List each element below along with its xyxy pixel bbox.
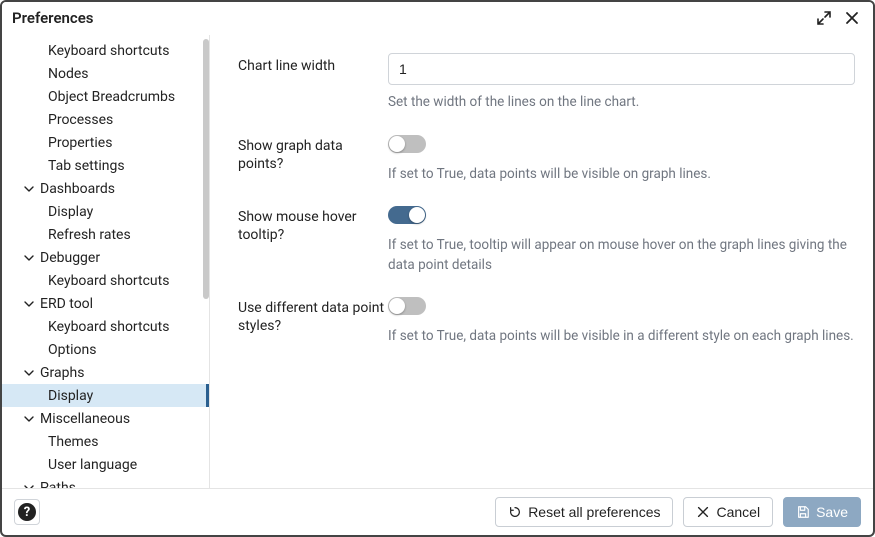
- sidebar-item-label: Keyboard shortcuts: [48, 319, 169, 335]
- label-show-tooltip: Show mouse hover tooltip?: [238, 204, 388, 244]
- cancel-button[interactable]: Cancel: [683, 497, 773, 527]
- sidebar-item-label: Object Breadcrumbs: [48, 89, 175, 105]
- sidebar-item-label: Miscellaneous: [40, 411, 130, 427]
- sidebar-item-label: Display: [48, 204, 93, 220]
- chevron-down-icon: [22, 412, 36, 426]
- sidebar-item[interactable]: ERD tool: [2, 292, 209, 315]
- sidebar-item[interactable]: Properties: [2, 131, 209, 154]
- sidebar-item[interactable]: Keyboard shortcuts: [2, 315, 209, 338]
- sidebar-item-label: User language: [48, 457, 137, 473]
- chevron-down-icon: [22, 297, 36, 311]
- body: Keyboard shortcuts Nodes Object Breadcrumb…: [2, 34, 873, 488]
- cancel-label: Cancel: [716, 504, 760, 520]
- chevron-down-icon: [22, 251, 36, 265]
- sidebar-tree: Keyboard shortcuts Nodes Object Breadcrumb…: [2, 35, 209, 488]
- sidebar-item[interactable]: Processes: [2, 108, 209, 131]
- help-button[interactable]: ?: [14, 499, 40, 525]
- reset-button[interactable]: Reset all preferences: [495, 497, 673, 527]
- row-show-data-points: Show graph data points? If set to True, …: [238, 133, 855, 185]
- sidebar-item[interactable]: Miscellaneous: [2, 407, 209, 430]
- sidebar-item[interactable]: Graphs: [2, 361, 209, 384]
- sidebar-item[interactable]: Dashboards: [2, 177, 209, 200]
- toggle-show-tooltip[interactable]: [388, 206, 426, 224]
- sidebar-item[interactable]: Display: [2, 384, 209, 407]
- close-icon[interactable]: [841, 7, 863, 29]
- sidebar-item-label: Themes: [48, 434, 98, 450]
- toggle-show-data-points[interactable]: [388, 135, 426, 153]
- help-show-data-points: If set to True, data points will be visi…: [388, 165, 855, 185]
- sidebar-item-label: Graphs: [40, 365, 84, 381]
- sidebar-item[interactable]: Tab settings: [2, 154, 209, 177]
- sidebar-item-label: Properties: [48, 135, 112, 151]
- row-diff-point-styles: Use different data point styles? If set …: [238, 295, 855, 347]
- sidebar-item[interactable]: Paths: [2, 476, 209, 488]
- sidebar-item-label: Nodes: [48, 66, 89, 82]
- label-diff-point-styles: Use different data point styles?: [238, 295, 388, 335]
- label-chart-line-width: Chart line width: [238, 53, 388, 75]
- save-button[interactable]: Save: [783, 497, 861, 527]
- row-show-tooltip: Show mouse hover tooltip? If set to True…: [238, 204, 855, 275]
- sidebar-item-label: Keyboard shortcuts: [48, 43, 169, 59]
- sidebar: Keyboard shortcuts Nodes Object Breadcrumb…: [2, 35, 210, 488]
- main-panel: Chart line width Set the width of the li…: [210, 35, 873, 488]
- sidebar-item[interactable]: Nodes: [2, 62, 209, 85]
- help-show-tooltip: If set to True, tooltip will appear on m…: [388, 236, 855, 275]
- sidebar-item-label: Refresh rates: [48, 227, 131, 243]
- sidebar-item[interactable]: Options: [2, 338, 209, 361]
- sidebar-item[interactable]: Refresh rates: [2, 223, 209, 246]
- sidebar-item[interactable]: Keyboard shortcuts: [2, 39, 209, 62]
- help-diff-point-styles: If set to True, data points will be visi…: [388, 327, 855, 347]
- sidebar-item-label: Dashboards: [40, 181, 115, 197]
- sidebar-item-label: Debugger: [40, 250, 100, 266]
- chevron-down-icon: [22, 481, 36, 489]
- close-icon: [696, 505, 710, 519]
- save-label: Save: [816, 504, 848, 520]
- sidebar-scrollbar[interactable]: [203, 39, 209, 299]
- sidebar-item-label: ERD tool: [40, 296, 93, 312]
- save-icon: [796, 505, 810, 519]
- sidebar-item-label: Options: [48, 342, 96, 358]
- window-title: Preferences: [12, 9, 94, 27]
- history-icon: [508, 505, 522, 519]
- reset-label: Reset all preferences: [528, 504, 660, 520]
- input-chart-line-width[interactable]: [388, 53, 855, 85]
- titlebar: Preferences: [2, 2, 873, 34]
- label-show-data-points: Show graph data points?: [238, 133, 388, 173]
- sidebar-item[interactable]: Keyboard shortcuts: [2, 269, 209, 292]
- sidebar-item-label: Keyboard shortcuts: [48, 273, 169, 289]
- help-chart-line-width: Set the width of the lines on the line c…: [388, 93, 855, 113]
- sidebar-item-label: Paths: [40, 480, 76, 489]
- preferences-window: Preferences Keyboard shortcuts Nodes Objec…: [0, 0, 875, 537]
- sidebar-item[interactable]: Display: [2, 200, 209, 223]
- sidebar-item[interactable]: Themes: [2, 430, 209, 453]
- footer: ? Reset all preferences Cancel Save: [2, 488, 873, 535]
- expand-icon[interactable]: [813, 7, 835, 29]
- sidebar-item-label: Display: [48, 388, 93, 404]
- chevron-down-icon: [22, 366, 36, 380]
- toggle-diff-point-styles[interactable]: [388, 297, 426, 315]
- row-chart-line-width: Chart line width Set the width of the li…: [238, 53, 855, 113]
- sidebar-item[interactable]: Debugger: [2, 246, 209, 269]
- chevron-down-icon: [22, 182, 36, 196]
- sidebar-item-label: Processes: [48, 112, 113, 128]
- sidebar-item[interactable]: Object Breadcrumbs: [2, 85, 209, 108]
- sidebar-item-label: Tab settings: [48, 158, 125, 174]
- sidebar-item[interactable]: User language: [2, 453, 209, 476]
